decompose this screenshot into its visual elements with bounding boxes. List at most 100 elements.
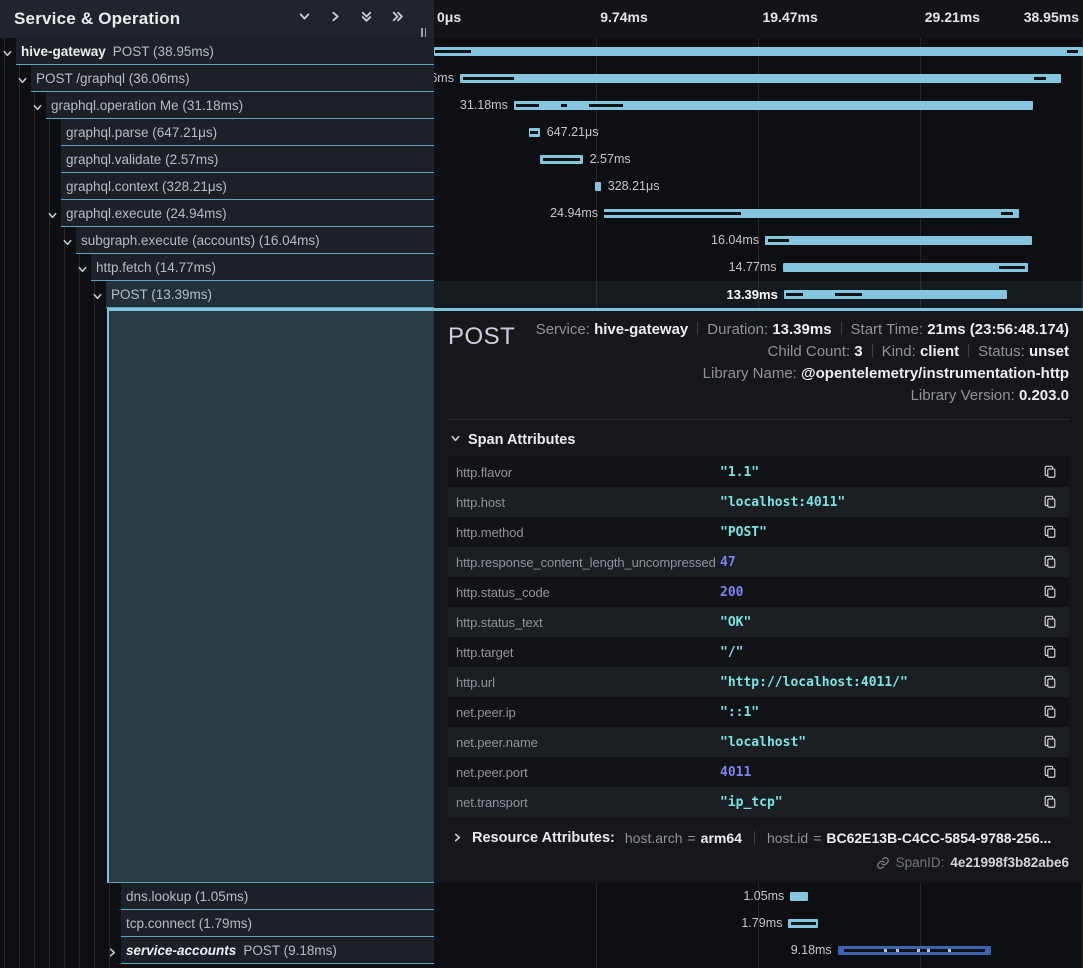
copy-icon[interactable] bbox=[1043, 735, 1057, 749]
resource-equals: = bbox=[687, 830, 695, 846]
overview-separator bbox=[872, 344, 873, 357]
chevron-down-icon[interactable] bbox=[32, 100, 43, 111]
trace-row: graphql.execute (24.94ms)24.94ms bbox=[0, 200, 1083, 227]
link-icon[interactable] bbox=[876, 856, 890, 870]
child-span-dot bbox=[948, 949, 951, 952]
copy-icon[interactable] bbox=[1043, 555, 1057, 569]
span-tree-row[interactable]: graphql.context (328.21μs) bbox=[61, 173, 434, 200]
chevron-down-icon[interactable] bbox=[17, 73, 28, 84]
panel-resize-handle[interactable] bbox=[421, 28, 426, 37]
span-tree-row[interactable]: hive-gatewayPOST (38.95ms) bbox=[16, 38, 434, 65]
span-bar[interactable] bbox=[765, 236, 1032, 245]
double-chevron-right-icon[interactable] bbox=[390, 9, 404, 23]
overview-line: Child Count: 3Kind: clientStatus: unset bbox=[536, 341, 1069, 363]
span-attributes-toggle[interactable]: Span Attributes bbox=[450, 432, 1069, 448]
chevron-down-icon[interactable] bbox=[2, 46, 13, 57]
chevron-down-icon[interactable] bbox=[297, 9, 311, 23]
resource-key: host.id bbox=[767, 830, 808, 846]
span-tree-row[interactable]: POST /graphql (36.06ms) bbox=[31, 65, 434, 92]
span-tree-row[interactable]: graphql.validate (2.57ms) bbox=[61, 146, 434, 173]
overview-value: 3 bbox=[854, 343, 862, 360]
header-bar: Service & Operation 0μs9.74ms19.47ms29.2… bbox=[0, 0, 1083, 38]
span-bar[interactable] bbox=[540, 155, 583, 164]
copy-icon[interactable] bbox=[1043, 525, 1057, 539]
chevron-down-icon[interactable] bbox=[92, 289, 103, 300]
timeline-cell: 36.06ms bbox=[434, 65, 1083, 92]
span-name-label: graphql.operation Me (31.18ms) bbox=[46, 98, 243, 113]
attribute-key: http.status_text bbox=[456, 615, 720, 630]
child-span-mark bbox=[1034, 77, 1046, 80]
span-bar[interactable] bbox=[790, 892, 808, 901]
span-bar[interactable] bbox=[529, 128, 540, 137]
attribute-key: http.target bbox=[456, 645, 720, 660]
child-span-mark bbox=[844, 949, 985, 952]
span-bar[interactable] bbox=[784, 290, 1007, 299]
copy-icon[interactable] bbox=[1043, 705, 1057, 719]
span-name-label: graphql.context (328.21μs) bbox=[61, 179, 227, 194]
span-tree-row[interactable]: http.fetch (14.77ms) bbox=[91, 254, 434, 281]
chevron-down-icon[interactable] bbox=[62, 235, 73, 246]
attribute-value: "1.1" bbox=[720, 465, 1043, 480]
copy-icon[interactable] bbox=[1043, 645, 1057, 659]
span-tree-row[interactable]: graphql.execute (24.94ms) bbox=[61, 200, 434, 227]
attribute-value: "ip_tcp" bbox=[720, 795, 1043, 810]
span-tree-row[interactable]: graphql.parse (647.21μs) bbox=[61, 119, 434, 146]
span-bar[interactable] bbox=[434, 47, 1083, 56]
span-bar[interactable] bbox=[514, 101, 1033, 110]
copy-icon[interactable] bbox=[1043, 615, 1057, 629]
trace-row: graphql.context (328.21μs) 328.21μs bbox=[0, 173, 1083, 200]
chevron-right-icon[interactable] bbox=[328, 9, 342, 23]
resource-separator bbox=[754, 831, 755, 845]
detail-left-panel bbox=[107, 308, 434, 883]
trace-body: hive-gatewayPOST (38.95ms)38.95ms POST /g… bbox=[0, 38, 1083, 968]
attribute-row: http.flavor"1.1" bbox=[448, 457, 1069, 487]
span-name-label: POST /graphql (36.06ms) bbox=[31, 71, 190, 86]
span-bar[interactable] bbox=[788, 919, 818, 928]
span-tree-row[interactable]: POST (13.39ms) bbox=[106, 281, 434, 308]
spanid-footer: SpanID: 4e21998f3b82abe6 bbox=[448, 855, 1069, 870]
trace-row: graphql.operation Me (31.18ms) 31.18ms bbox=[0, 92, 1083, 119]
copy-icon[interactable] bbox=[1043, 795, 1057, 809]
timeline-cell: 328.21μs bbox=[434, 173, 1083, 200]
tree-cell: POST (13.39ms) bbox=[0, 281, 434, 308]
span-duration-label: 9.18ms bbox=[791, 943, 832, 957]
span-tree-row[interactable]: graphql.operation Me (31.18ms) bbox=[46, 92, 434, 119]
span-duration-label: 31.18ms bbox=[460, 98, 508, 112]
trace-row: hive-gatewayPOST (38.95ms)38.95ms bbox=[0, 38, 1083, 65]
copy-icon[interactable] bbox=[1043, 495, 1057, 509]
resource-attributes-title: Resource Attributes: bbox=[472, 830, 615, 846]
resource-attributes-row[interactable]: Resource Attributes:host.arch=arm64host.… bbox=[448, 830, 1069, 846]
timeline-tick: 38.95ms bbox=[1024, 9, 1079, 25]
chevron-down-icon[interactable] bbox=[47, 208, 58, 219]
overview-label: Start Time: bbox=[851, 321, 928, 338]
copy-icon[interactable] bbox=[1043, 675, 1057, 689]
overview-value: 21ms (23:56:48.174) bbox=[927, 321, 1069, 338]
chevron-down-icon[interactable] bbox=[77, 262, 88, 273]
child-span-mark bbox=[463, 77, 514, 80]
attribute-row: http.url"http://localhost:4011/" bbox=[448, 667, 1069, 697]
span-bar[interactable] bbox=[595, 182, 601, 191]
span-bar[interactable] bbox=[783, 263, 1029, 272]
span-tree-row[interactable]: subgraph.execute (accounts) (16.04ms) bbox=[76, 227, 434, 254]
tree-cell: graphql.parse (647.21μs) bbox=[0, 119, 434, 146]
attribute-row: net.peer.name"localhost" bbox=[448, 727, 1069, 757]
overview-separator bbox=[841, 322, 842, 335]
attribute-key: http.host bbox=[456, 495, 720, 510]
double-chevron-down-icon[interactable] bbox=[359, 9, 373, 23]
span-tree-row[interactable]: service-accountsPOST (9.18ms) bbox=[121, 937, 434, 964]
chevron-right-icon[interactable] bbox=[107, 945, 118, 956]
span-bar[interactable] bbox=[460, 74, 1061, 83]
panel-title: Service & Operation bbox=[0, 9, 180, 29]
child-span-mark bbox=[999, 266, 1025, 269]
service-name: hive-gateway bbox=[21, 44, 106, 59]
child-span-mark bbox=[835, 293, 862, 296]
copy-icon[interactable] bbox=[1043, 765, 1057, 779]
copy-icon[interactable] bbox=[1043, 585, 1057, 599]
span-tree-row[interactable]: tcp.connect (1.79ms) bbox=[121, 910, 434, 937]
span-bar[interactable] bbox=[838, 946, 991, 955]
span-tree-row[interactable]: dns.lookup (1.05ms) bbox=[121, 883, 434, 910]
span-bar[interactable] bbox=[604, 209, 1019, 218]
attribute-key: net.peer.ip bbox=[456, 705, 720, 720]
copy-icon[interactable] bbox=[1043, 465, 1057, 479]
span-duration-label: 36.06ms bbox=[434, 71, 454, 85]
